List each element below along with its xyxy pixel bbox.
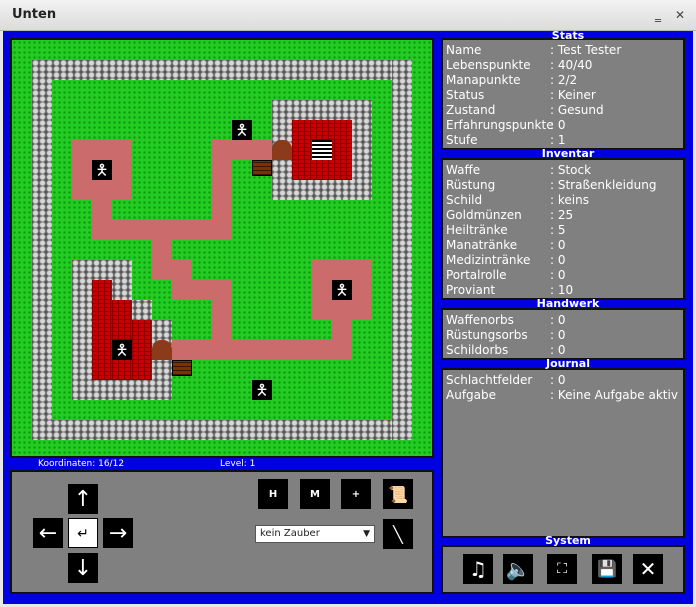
close-window-button[interactable]: ✕	[670, 6, 690, 24]
arrow-left-icon[interactable]: ←	[33, 518, 63, 548]
inventory-heading: Inventar	[541, 147, 595, 160]
minimize-button[interactable]: ‗	[648, 6, 668, 24]
coordinates-label: Koordinaten: 16/12	[38, 459, 125, 469]
mana-potion-button[interactable]: M	[300, 479, 330, 509]
stats-value: : 40/40	[550, 58, 593, 72]
inventar-value: : keins	[550, 193, 589, 207]
stats-label: Erfahrungspunkte	[446, 118, 554, 132]
stats-label: Status	[446, 88, 485, 102]
wall	[392, 60, 412, 440]
medicine-potion-button[interactable]: +	[341, 479, 371, 509]
game-map[interactable]: 🯅 🯅 🯅 🯅 🯅	[10, 38, 434, 458]
wall	[32, 420, 412, 440]
inventar-value: : Stock	[550, 163, 592, 177]
door-icon[interactable]	[272, 140, 292, 160]
speaker-icon[interactable]: 🔈	[503, 554, 533, 584]
chevron-down-icon: ▼	[363, 529, 370, 539]
inventar-value: : 0	[550, 253, 566, 267]
crafting-heading: Handwerk	[536, 297, 600, 310]
music-note-icon[interactable]: ♫	[463, 554, 493, 584]
stats-heading: Stats	[551, 29, 585, 42]
handwerk-value: : 0	[550, 328, 566, 342]
arrow-right-icon[interactable]: →	[103, 518, 133, 548]
fullscreen-icon[interactable]: ⛶	[547, 554, 577, 584]
stats-label: Stufe	[446, 133, 478, 147]
handwerk-value: : 0	[550, 313, 566, 327]
stats-label: Zustand	[446, 103, 496, 117]
chest-icon[interactable]	[172, 360, 192, 376]
journal-value: : 0	[550, 373, 566, 387]
stairs-icon[interactable]	[312, 140, 332, 160]
stats-value: : 0	[550, 118, 566, 132]
handwerk-label: Rüstungsorbs	[446, 328, 528, 342]
inventar-value: : 0	[550, 238, 566, 252]
journal-heading: Journal	[546, 357, 590, 370]
chest-icon[interactable]	[252, 160, 272, 176]
magic-wand-icon[interactable]: ╲	[383, 519, 413, 549]
inventar-label: Portalrolle	[446, 268, 507, 282]
scroll-icon[interactable]: 📜	[383, 479, 413, 509]
path	[152, 260, 192, 280]
npc-guard-icon[interactable]: 🯅	[332, 280, 352, 300]
inventar-value: : 25	[550, 208, 574, 222]
arrow-up-icon[interactable]: ↑	[68, 484, 98, 514]
handwerk-label: Waffenorbs	[446, 313, 514, 327]
npc-merchant-icon[interactable]: 🯅	[232, 120, 252, 140]
floppy-disk-icon[interactable]: 💾	[592, 554, 622, 584]
path	[92, 220, 232, 240]
player-icon[interactable]: 🯅	[252, 380, 272, 400]
handwerk-value: : 0	[550, 343, 566, 357]
wait-button[interactable]: ↵	[68, 518, 98, 548]
door-icon[interactable]	[152, 340, 172, 360]
inventar-label: Rüstung	[446, 178, 496, 192]
journal-value: : Keine Aufgabe aktiv	[550, 388, 678, 402]
npc-guard-icon[interactable]: 🯅	[92, 160, 112, 180]
stats-value: : Test Tester	[550, 43, 622, 57]
journal-label: Schlachtfelder	[446, 373, 533, 387]
path	[172, 340, 352, 360]
path	[212, 140, 272, 160]
building-floor	[132, 320, 152, 380]
npc-person-icon[interactable]: 🯅	[112, 340, 132, 360]
inventar-label: Medizintränke	[446, 253, 531, 267]
inventar-label: Goldmünzen	[446, 208, 522, 222]
system-heading: System	[545, 534, 591, 547]
spell-select[interactable]: kein Zauber ▼	[255, 525, 375, 543]
journal-label: Aufgabe	[446, 388, 497, 402]
wall	[32, 60, 52, 440]
stats-value: : Gesund	[550, 103, 604, 117]
window-titlebar: Unten ‗ ✕	[0, 0, 696, 31]
wall	[32, 60, 412, 80]
window-title: Unten	[12, 7, 57, 22]
inventar-value: : 10	[550, 283, 574, 297]
inventar-label: Heiltränke	[446, 223, 508, 237]
inventar-value: : 0	[550, 268, 566, 282]
stats-label: Lebenspunkte	[446, 58, 531, 72]
stats-value: : 2/2	[550, 73, 578, 87]
arrow-down-icon[interactable]: ↓	[68, 553, 98, 583]
inventar-label: Manatränke	[446, 238, 518, 252]
handwerk-label: Schildorbs	[446, 343, 509, 357]
health-potion-button[interactable]: H	[258, 479, 288, 509]
stats-value: : Keiner	[550, 88, 596, 102]
stats-value: : 1	[550, 133, 566, 147]
stats-label: Manapunkte	[446, 73, 521, 87]
inventar-label: Waffe	[446, 163, 481, 177]
inventar-value: : Straßenkleidung	[550, 178, 657, 192]
building-floor	[92, 280, 112, 380]
inventar-label: Proviant	[446, 283, 496, 297]
close-icon[interactable]: ✕	[633, 554, 663, 584]
inventar-value: : 5	[550, 223, 566, 237]
stats-label: Name	[446, 43, 482, 57]
level-label: Level: 1	[220, 459, 256, 469]
inventar-label: Schild	[446, 193, 483, 207]
